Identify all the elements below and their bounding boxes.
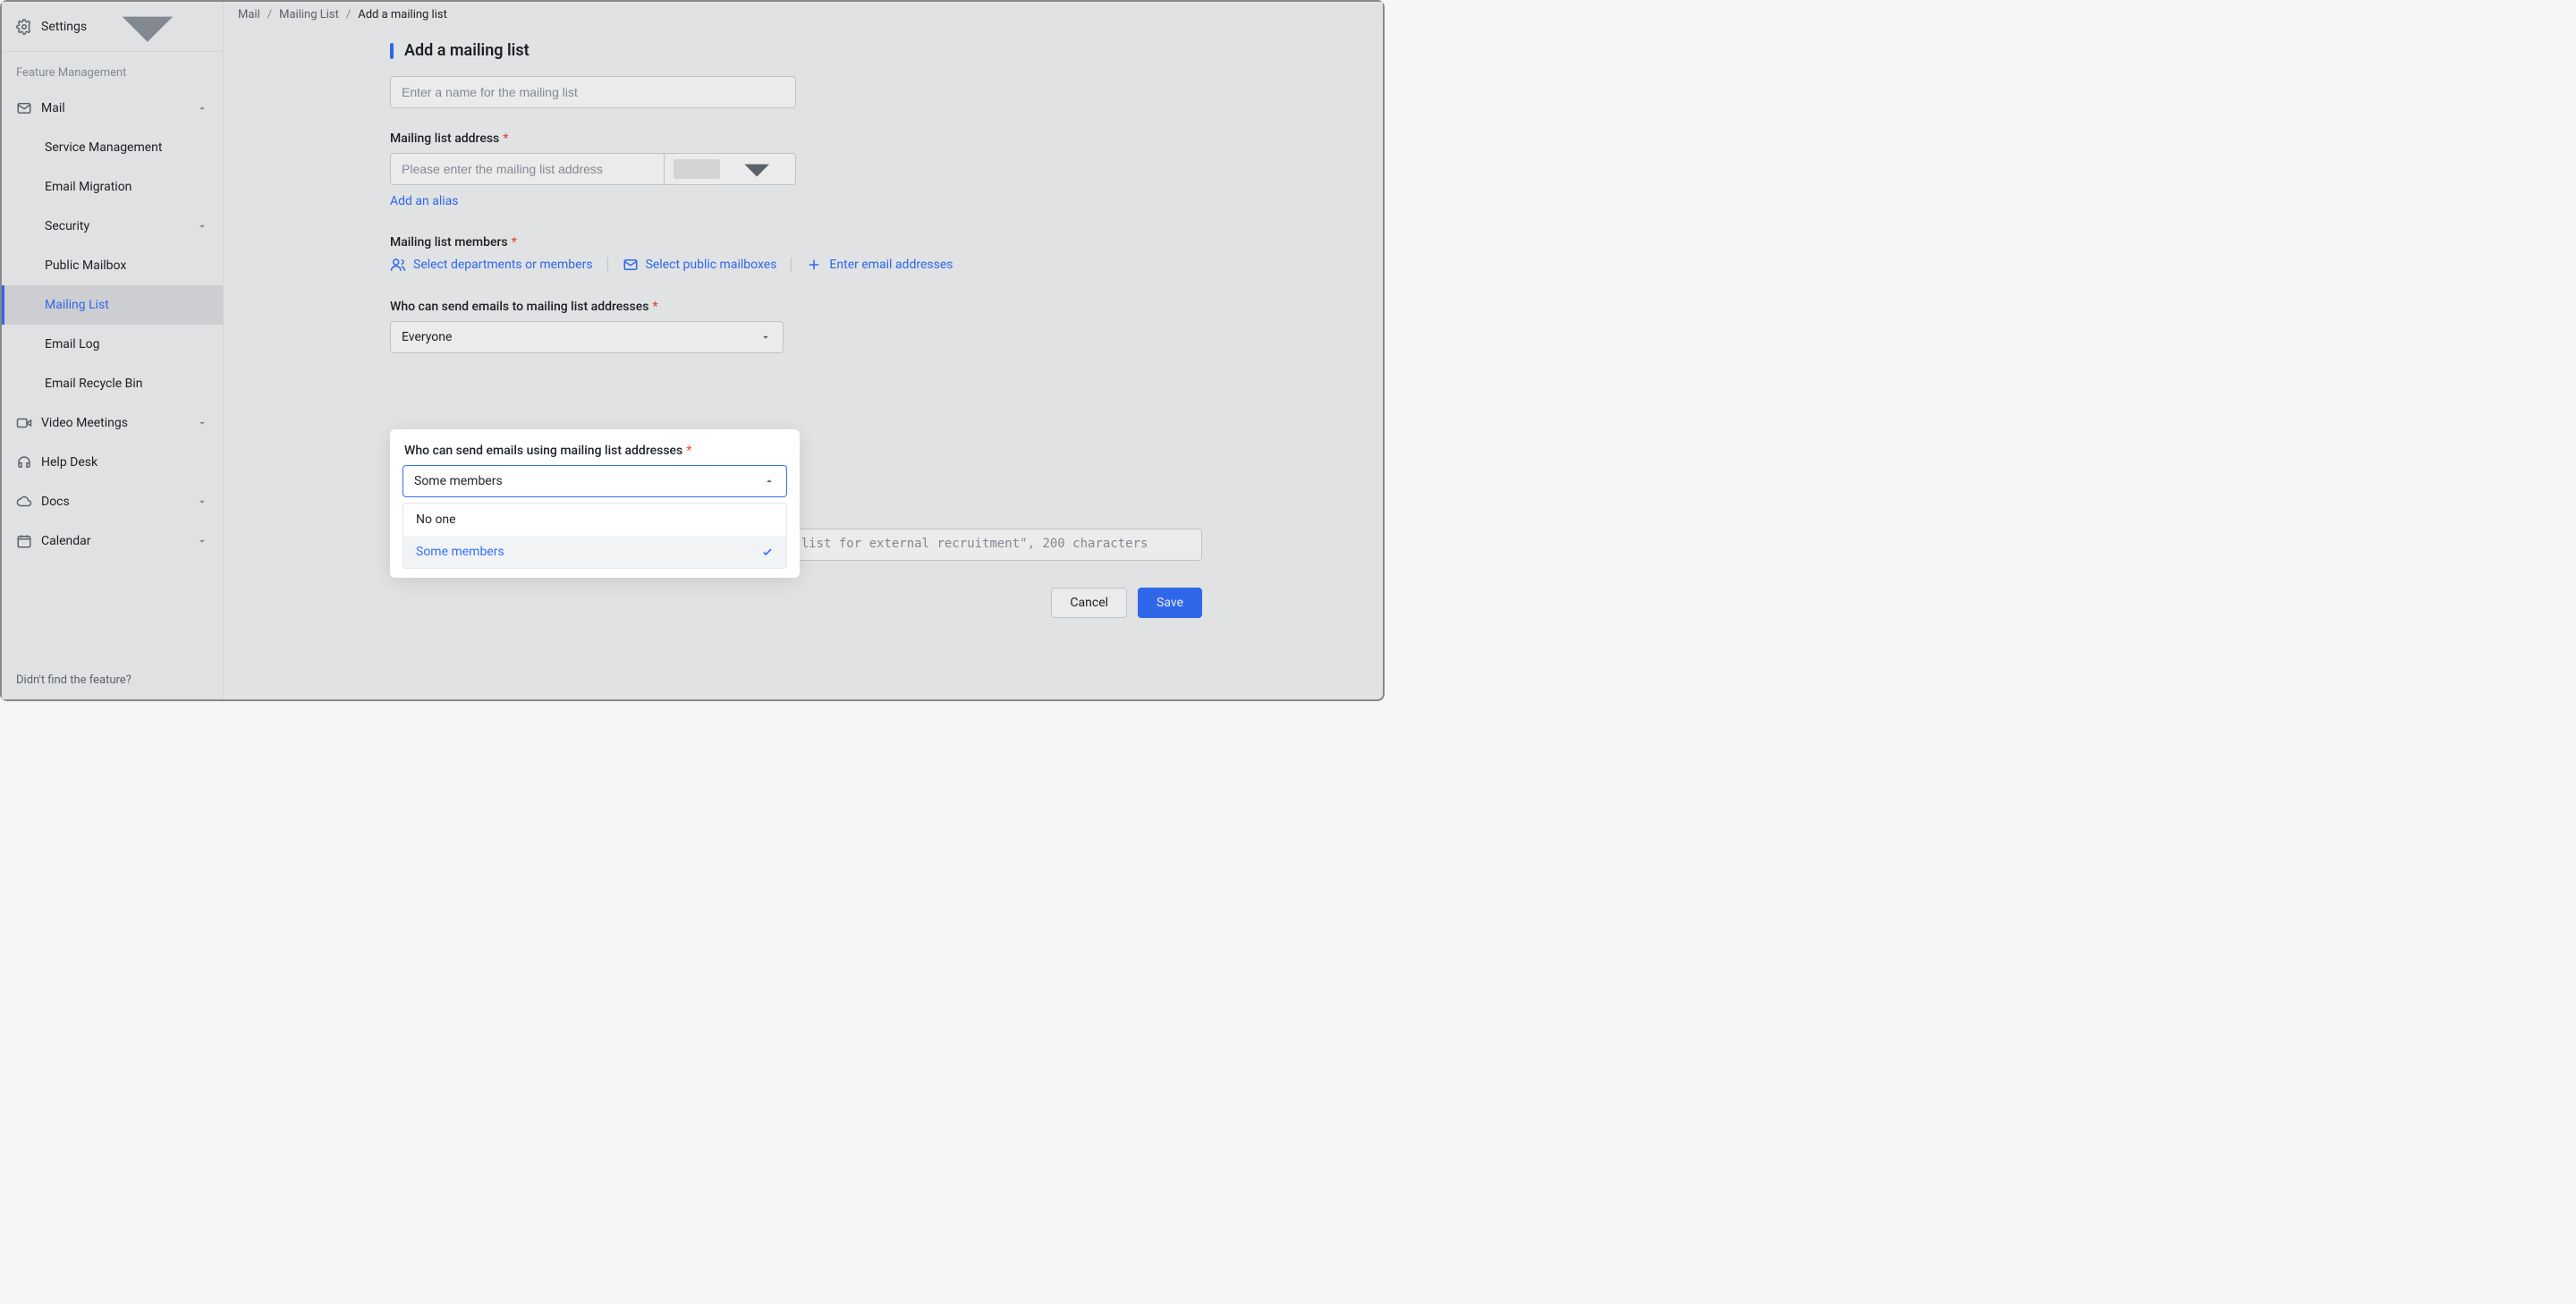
nav-label: Email Recycle Bin <box>45 377 143 391</box>
sidebar-item-mail[interactable]: Mail <box>2 89 223 128</box>
nav-label: Mail <box>41 101 65 115</box>
nav-label: Mailing List <box>45 298 109 312</box>
sidebar-header[interactable]: Settings <box>2 2 223 52</box>
breadcrumb-mail[interactable]: Mail <box>238 8 260 21</box>
chevron-up-icon <box>196 102 208 114</box>
people-icon <box>390 257 406 273</box>
sidebar-item-security[interactable]: Security <box>2 207 223 246</box>
mail-icon <box>16 100 32 116</box>
plus-icon <box>806 257 822 273</box>
mailbox-icon <box>623 257 639 273</box>
sidebar-item-email-migration[interactable]: Email Migration <box>2 167 223 207</box>
cancel-button[interactable]: Cancel <box>1051 588 1127 618</box>
breadcrumb-sep: / <box>267 8 272 21</box>
select-departments-button[interactable]: Select departments or members <box>390 257 593 273</box>
select-public-mailboxes-button[interactable]: Select public mailboxes <box>623 257 777 273</box>
sidebar-item-docs[interactable]: Docs <box>2 482 223 521</box>
divider <box>607 258 608 272</box>
calendar-icon <box>16 533 32 549</box>
address-label: Mailing list address <box>390 131 499 146</box>
dropdown-option-noone[interactable]: No one <box>403 504 786 536</box>
sidebar-footer-link[interactable]: Didn't find the feature? <box>2 661 223 699</box>
required-mark: * <box>503 131 508 146</box>
dropdown-option-some-members[interactable]: Some members <box>403 536 786 568</box>
settings-label: Settings <box>41 20 87 34</box>
button-label: Save <box>1157 596 1183 610</box>
focus-highlight-zone: Who can send emails using mailing list a… <box>390 429 800 578</box>
sidebar-section-label: Feature Management <box>2 52 223 89</box>
sidebar: Settings Feature Management Mail Service… <box>2 2 224 699</box>
nav-label: Service Management <box>45 140 163 155</box>
domain-select[interactable] <box>664 153 796 185</box>
required-mark: * <box>686 444 691 458</box>
chevron-up-icon <box>763 475 775 487</box>
divider <box>791 258 792 272</box>
enter-email-addresses-button[interactable]: Enter email addresses <box>806 257 953 273</box>
nav-label: Calendar <box>41 534 91 548</box>
nav-label: Video Meetings <box>41 416 128 430</box>
who-send-to-label: Who can send emails to mailing list addr… <box>390 300 648 314</box>
sidebar-item-help-desk[interactable]: Help Desk <box>2 443 223 482</box>
video-icon <box>16 415 32 431</box>
nav-label: Docs <box>41 495 70 509</box>
add-alias-link[interactable]: Add an alias <box>390 194 458 208</box>
sidebar-item-email-log[interactable]: Email Log <box>2 325 223 364</box>
required-mark: * <box>652 300 657 314</box>
sidebar-item-public-mailbox[interactable]: Public Mailbox <box>2 246 223 285</box>
chevron-down-icon <box>196 535 208 547</box>
page-title-text: Add a mailing list <box>404 41 530 60</box>
who-send-using-label: Who can send emails using mailing list a… <box>404 444 682 458</box>
select-value: Everyone <box>402 330 452 344</box>
action-label: Select departments or members <box>413 258 593 272</box>
sidebar-item-service-management[interactable]: Service Management <box>2 128 223 167</box>
sidebar-item-video-meetings[interactable]: Video Meetings <box>2 403 223 443</box>
breadcrumb-mailing-list[interactable]: Mailing List <box>279 8 339 21</box>
sidebar-item-email-recycle-bin[interactable]: Email Recycle Bin <box>2 364 223 403</box>
mailing-list-name-input[interactable] <box>390 76 796 108</box>
members-label: Mailing list members <box>390 235 508 250</box>
sidebar-item-calendar[interactable]: Calendar <box>2 521 223 561</box>
required-mark: * <box>512 235 517 250</box>
option-label: No one <box>416 512 456 527</box>
chevron-down-icon <box>727 140 786 199</box>
chevron-down-icon <box>196 417 208 429</box>
nav-label: Help Desk <box>41 455 97 470</box>
chevron-down-icon <box>196 495 208 508</box>
nav-label: Security <box>45 219 89 233</box>
select-value: Some members <box>414 474 503 488</box>
chevron-down-icon <box>759 331 772 343</box>
nav-label: Email Migration <box>45 180 131 194</box>
breadcrumb-current: Add a mailing list <box>358 8 447 21</box>
breadcrumb: Mail / Mailing List / Add a mailing list <box>224 2 1383 27</box>
dropdown-panel: No one Some members <box>402 503 787 569</box>
who-send-to-select[interactable]: Everyone <box>390 321 784 353</box>
domain-value-redacted <box>674 159 720 179</box>
action-label: Enter email addresses <box>829 258 953 272</box>
nav-label: Public Mailbox <box>45 258 126 273</box>
breadcrumb-sep: / <box>346 8 351 21</box>
gear-icon <box>16 19 32 35</box>
chevron-down-icon <box>196 220 208 233</box>
option-label: Some members <box>416 545 504 559</box>
button-label: Cancel <box>1070 596 1108 610</box>
check-icon <box>761 546 774 558</box>
page-title: Add a mailing list <box>390 41 1347 60</box>
save-button[interactable]: Save <box>1138 588 1202 618</box>
who-send-using-select[interactable]: Some members <box>402 465 787 497</box>
mailing-list-address-input[interactable] <box>390 153 664 185</box>
headset-icon <box>16 454 32 470</box>
title-accent-bar <box>390 43 394 59</box>
cloud-icon <box>16 494 32 510</box>
sidebar-item-mailing-list[interactable]: Mailing List <box>2 285 223 325</box>
action-label: Select public mailboxes <box>646 258 777 272</box>
nav-label: Email Log <box>45 337 100 351</box>
